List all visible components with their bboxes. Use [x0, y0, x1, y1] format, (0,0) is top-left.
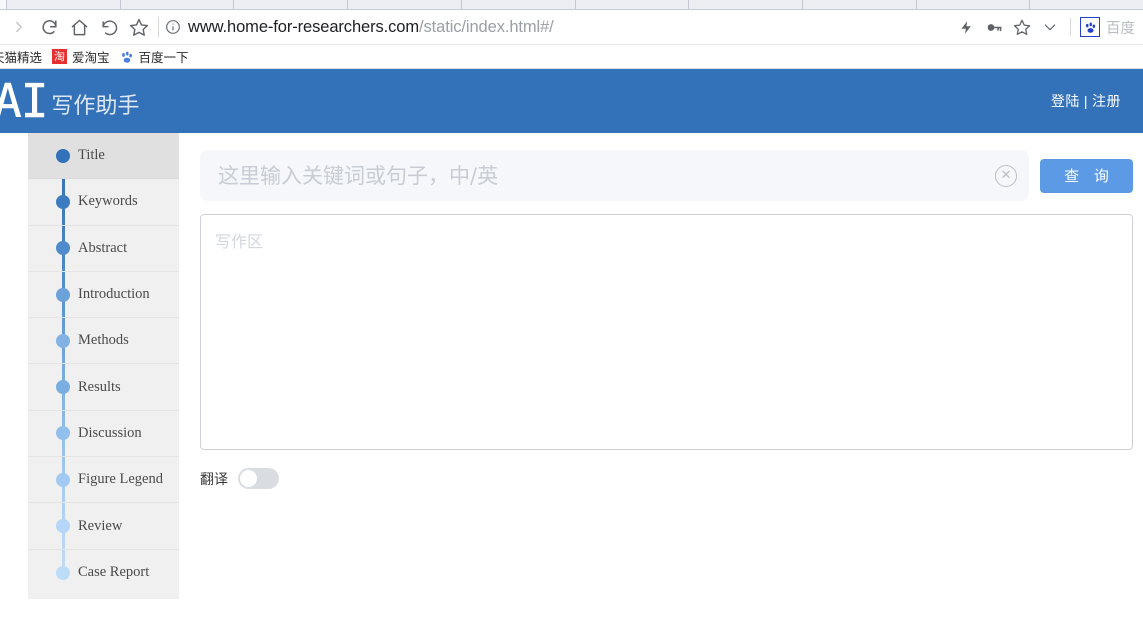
timeline-dot-icon [56, 426, 70, 441]
sidebar-item-label: Discussion [78, 424, 142, 441]
browser-tab-strip[interactable] [0, 0, 1143, 10]
timeline-dot-icon [56, 194, 70, 209]
tab-item[interactable] [689, 0, 803, 9]
tab-item[interactable] [802, 0, 917, 9]
home-icon[interactable] [64, 12, 94, 42]
tab-item[interactable] [575, 0, 690, 9]
circle-close-icon[interactable]: ✕ [995, 164, 1017, 187]
tab-item[interactable] [461, 0, 576, 9]
baidu-paw-icon[interactable] [1080, 17, 1100, 37]
toolbar-divider [158, 17, 159, 37]
page-info-icon[interactable] [165, 19, 181, 35]
timeline-dot-icon [56, 565, 70, 580]
translate-toggle[interactable] [238, 468, 279, 489]
sidebar-item-label: Methods [78, 332, 129, 349]
tab-item[interactable] [0, 0, 7, 9]
sidebar-item-results[interactable]: Results [28, 364, 179, 411]
timeline-dot-icon [56, 380, 70, 395]
sidebar-item-introduction[interactable]: Introduction [28, 272, 179, 319]
translate-label: 翻译 [200, 471, 228, 488]
bookmark-item[interactable]: 天猫精选 [0, 47, 42, 66]
translate-row: 翻译 [200, 468, 1133, 489]
undo-arrow-icon[interactable] [94, 12, 124, 42]
toggle-knob [240, 470, 257, 487]
logo-ai-text: AI [0, 74, 49, 128]
main-panel: ✕ 查 询 翻译 [179, 133, 1143, 618]
page-content: AI 写作助手 登陆|注册 Title Keywords Abstract [0, 69, 1143, 618]
forward-arrow-icon[interactable] [4, 12, 34, 42]
url-path: /static/index.html#/ [419, 17, 554, 36]
sidebar-item-label: Results [78, 378, 121, 395]
search-input[interactable] [218, 163, 995, 188]
reload-icon[interactable] [34, 12, 64, 42]
sidebar-item-label: Abstract [78, 239, 128, 256]
login-link[interactable]: 登陆 [1051, 93, 1080, 109]
bookmark-label: 爱淘宝 [72, 51, 110, 65]
sidebar-item-abstract[interactable]: Abstract [28, 226, 179, 272]
auth-links: 登陆 | 注册 [1051, 91, 1121, 111]
site-header: AI 写作助手 登陆 | 注册 [0, 69, 1143, 133]
sidebar-item-label: Keywords [78, 193, 138, 210]
lightning-icon[interactable] [953, 13, 979, 41]
timeline-dot-icon [56, 241, 70, 256]
sidebar-item-label: Title [78, 147, 105, 164]
sidebar-item-discussion[interactable]: Discussion [28, 411, 179, 458]
register-link[interactable]: 注册 [1092, 93, 1121, 109]
body-area: Title Keywords Abstract Introduction Met… [0, 133, 1143, 618]
chevron-down-icon[interactable] [1037, 13, 1063, 41]
sidebar-item-label: Figure Legend [78, 471, 163, 488]
sidebar-item-label: Review [78, 517, 123, 534]
toolbar-actions: 百度 [953, 13, 1135, 41]
bookmark-item[interactable]: 百度一下 [120, 47, 189, 66]
url-host: www.home-for-researchers.com [188, 17, 420, 36]
logo-subtitle: 写作助手 [51, 94, 140, 119]
sidebar-item-label: Case Report [78, 564, 150, 581]
sidebar-item-methods[interactable]: Methods [28, 318, 179, 365]
baidu-paw-icon [120, 50, 134, 64]
timeline-dot-icon [56, 148, 70, 163]
sidebar: Title Keywords Abstract Introduction Met… [28, 133, 179, 599]
site-logo[interactable]: AI 写作助手 [0, 74, 140, 128]
star-icon[interactable] [1009, 13, 1035, 41]
query-button[interactable]: 查 询 [1040, 158, 1133, 193]
key-icon[interactable] [981, 13, 1007, 41]
timeline-dot-icon [56, 519, 70, 534]
sidebar-item-keywords[interactable]: Keywords [28, 179, 179, 226]
tab-item[interactable] [916, 0, 1031, 9]
bookmark-label: 天猫精选 [0, 51, 43, 65]
browser-toolbar: www.home-for-researchers.com/static/inde… [0, 10, 1143, 45]
baidu-extension[interactable]: 百度 [1078, 17, 1135, 38]
timeline-dot-icon [56, 472, 70, 487]
bookmark-label: 百度一下 [138, 51, 189, 65]
baidu-extension-label: 百度 [1106, 20, 1135, 37]
auth-separator: | [1083, 93, 1088, 109]
sidebar-item-review[interactable]: Review [28, 503, 179, 550]
timeline-dot-icon [56, 287, 70, 302]
sidebar-item-figure-legend[interactable]: Figure Legend [28, 457, 179, 504]
sidebar-item-label: Introduction [78, 286, 150, 303]
tab-item[interactable] [234, 0, 349, 9]
writing-area-textarea[interactable] [200, 214, 1133, 450]
tab-item[interactable] [7, 0, 121, 9]
timeline-dot-icon [56, 333, 70, 348]
address-bar[interactable]: www.home-for-researchers.com/static/inde… [165, 12, 953, 42]
toolbar-divider [1070, 18, 1071, 36]
search-box[interactable]: ✕ [200, 150, 1029, 201]
tab-item[interactable] [348, 0, 462, 9]
tab-item[interactable] [1030, 0, 1143, 9]
sidebar-item-case-report[interactable]: Case Report [28, 550, 179, 596]
bookmarks-bar: 天猫精选 淘 爱淘宝 百度一下 [0, 45, 1143, 69]
bookmark-item[interactable]: 淘 爱淘宝 [52, 47, 110, 66]
taobao-icon: 淘 [52, 49, 68, 64]
tab-item[interactable] [120, 0, 235, 9]
sidebar-item-title[interactable]: Title [28, 133, 179, 180]
star-icon[interactable] [124, 12, 154, 42]
search-row: ✕ 查 询 [200, 150, 1133, 201]
